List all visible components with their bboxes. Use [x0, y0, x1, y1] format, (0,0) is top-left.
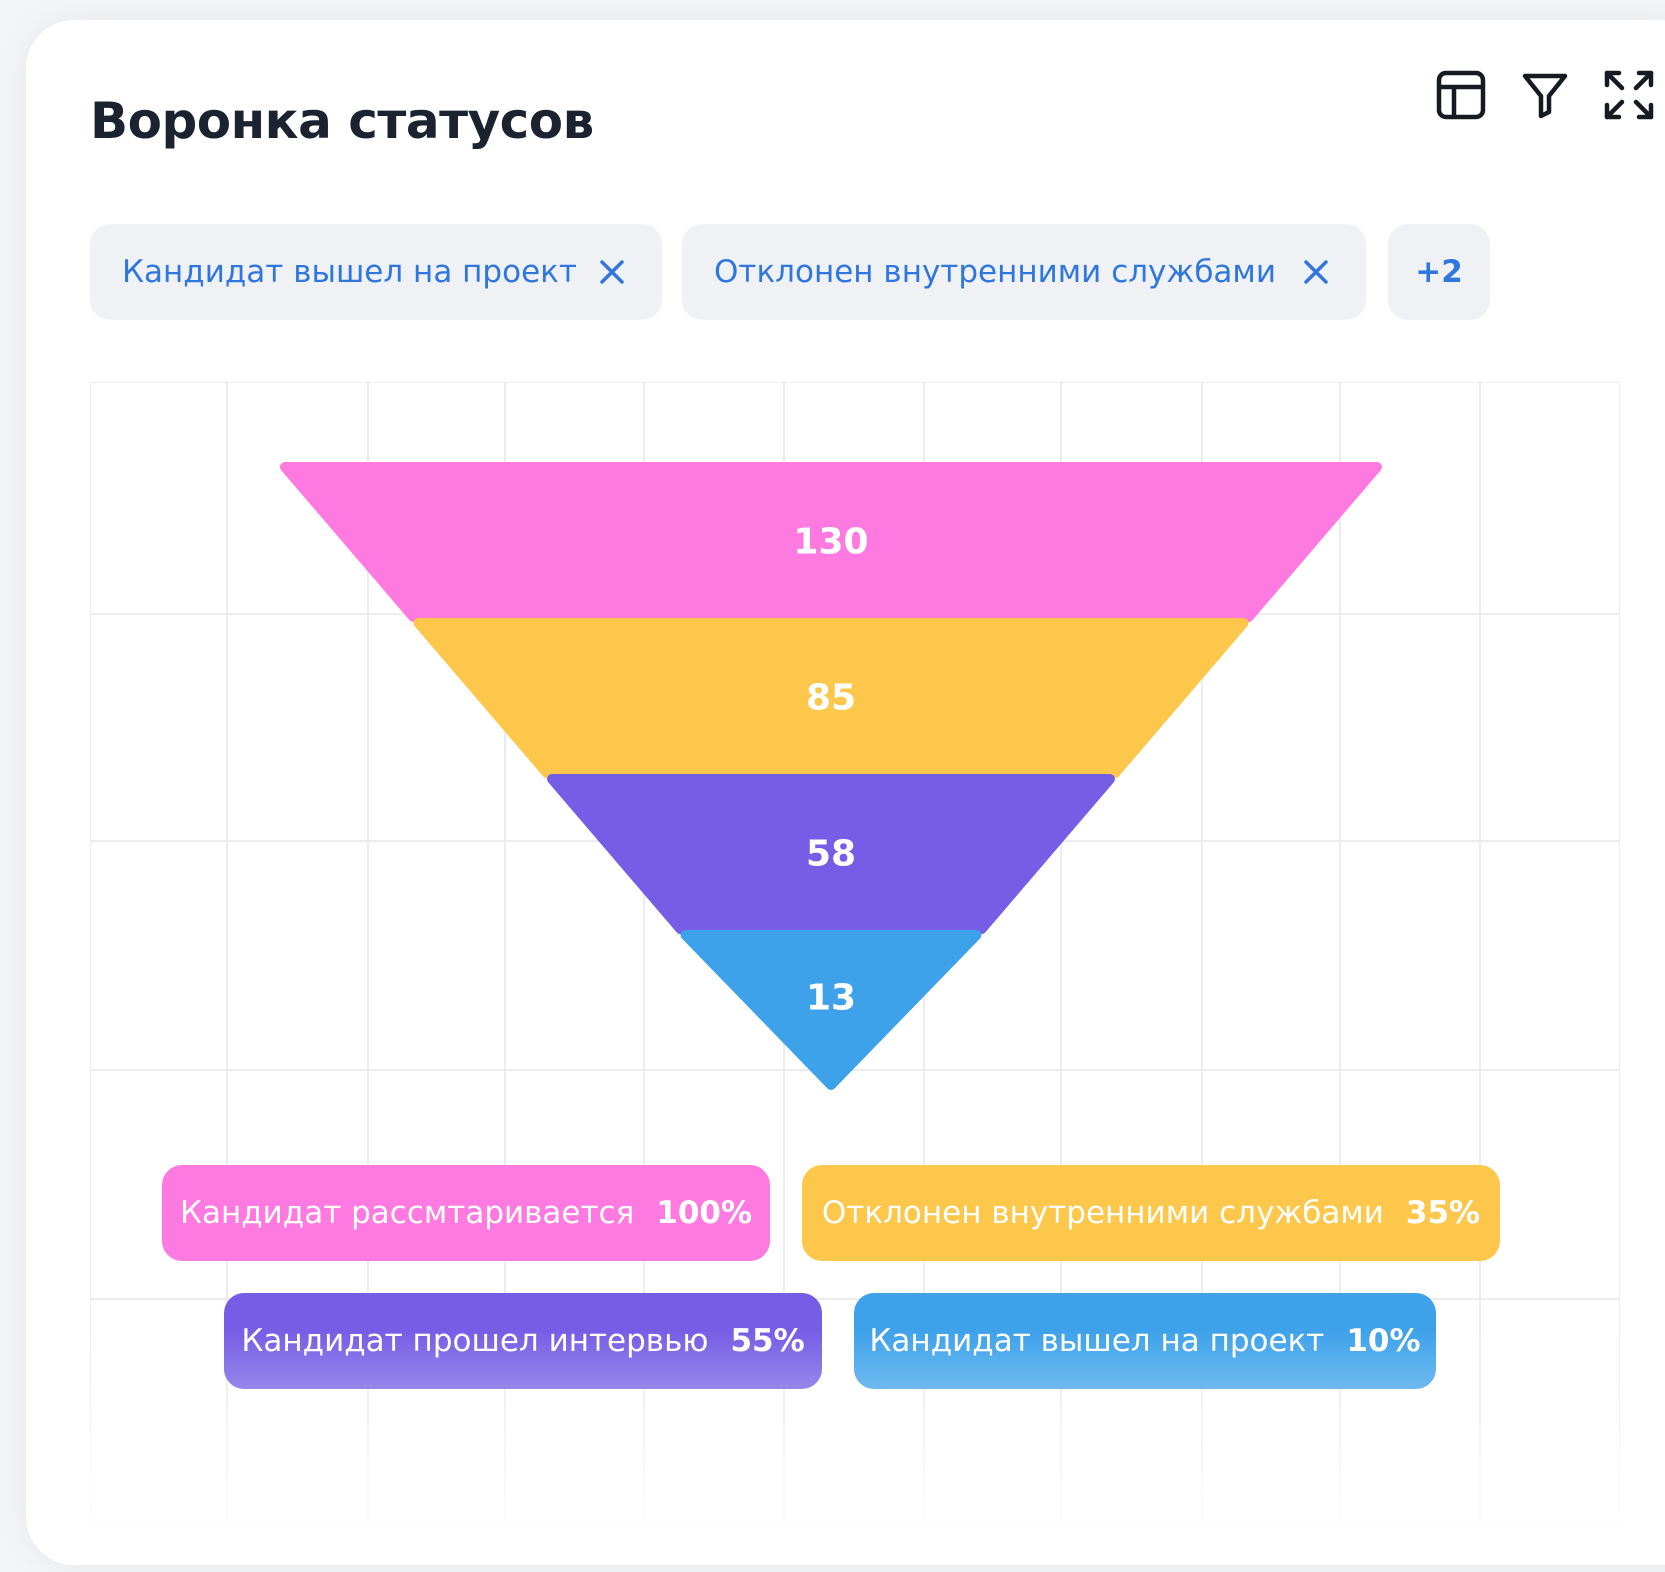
table-icon-glyph	[1436, 70, 1486, 120]
funnel-value-label: 85	[806, 678, 856, 719]
filter-chip[interactable]: Отклонен внутренними службами	[682, 224, 1366, 320]
funnel-value-label: 58	[806, 834, 856, 875]
legend-label: Кандидат прошел интервью	[241, 1323, 709, 1359]
funnel-segment: 58	[547, 774, 1115, 934]
funnel-segment: 130	[280, 462, 1382, 622]
table-icon[interactable]	[1434, 68, 1488, 122]
filter-icon-glyph	[1522, 73, 1568, 119]
expand-icon-glyph	[1604, 70, 1654, 120]
close-icon[interactable]	[596, 256, 628, 288]
close-icon[interactable]	[1300, 256, 1332, 288]
filter-chip-label: Кандидат вышел на проект	[122, 254, 577, 290]
legend-item: Кандидат вышел на проект 10%	[854, 1293, 1436, 1389]
legend-label: Кандидат рассмтаривается	[179, 1195, 635, 1231]
legend-label: Отклонен внутренними службами	[821, 1195, 1384, 1231]
legend-item: Отклонен внутренними службами 35%	[802, 1165, 1500, 1261]
legend-percent: 35%	[1405, 1195, 1481, 1231]
legend-percent: 55%	[730, 1323, 805, 1359]
funnel-segment: 85	[413, 618, 1249, 778]
page-title: Воронка статусов	[90, 92, 594, 150]
filter-chip-label: Отклонен внутренними службами	[714, 254, 1276, 290]
legend-item: Кандидат прошел интервью 55%	[224, 1293, 822, 1389]
legend-item: Кандидат рассмтаривается 100%	[162, 1165, 770, 1261]
legend-percent: 10%	[1346, 1323, 1421, 1359]
funnel-segment: 13	[680, 930, 982, 1090]
funnel-chart: 130 85 58 13 Кандидат рассмтаривается 100% …	[90, 382, 1620, 1522]
filter-icon[interactable]	[1518, 68, 1572, 122]
legend-percent: 100%	[656, 1195, 753, 1231]
funnel-value-label: 130	[793, 522, 868, 563]
expand-icon[interactable]	[1602, 68, 1656, 122]
legend-label: Кандидат вышел на проект	[869, 1323, 1325, 1359]
more-filters-chip[interactable]: +2	[1388, 224, 1490, 320]
funnel-value-label: 13	[806, 978, 856, 1019]
filter-chip[interactable]: Кандидат вышел на проект	[90, 224, 662, 320]
